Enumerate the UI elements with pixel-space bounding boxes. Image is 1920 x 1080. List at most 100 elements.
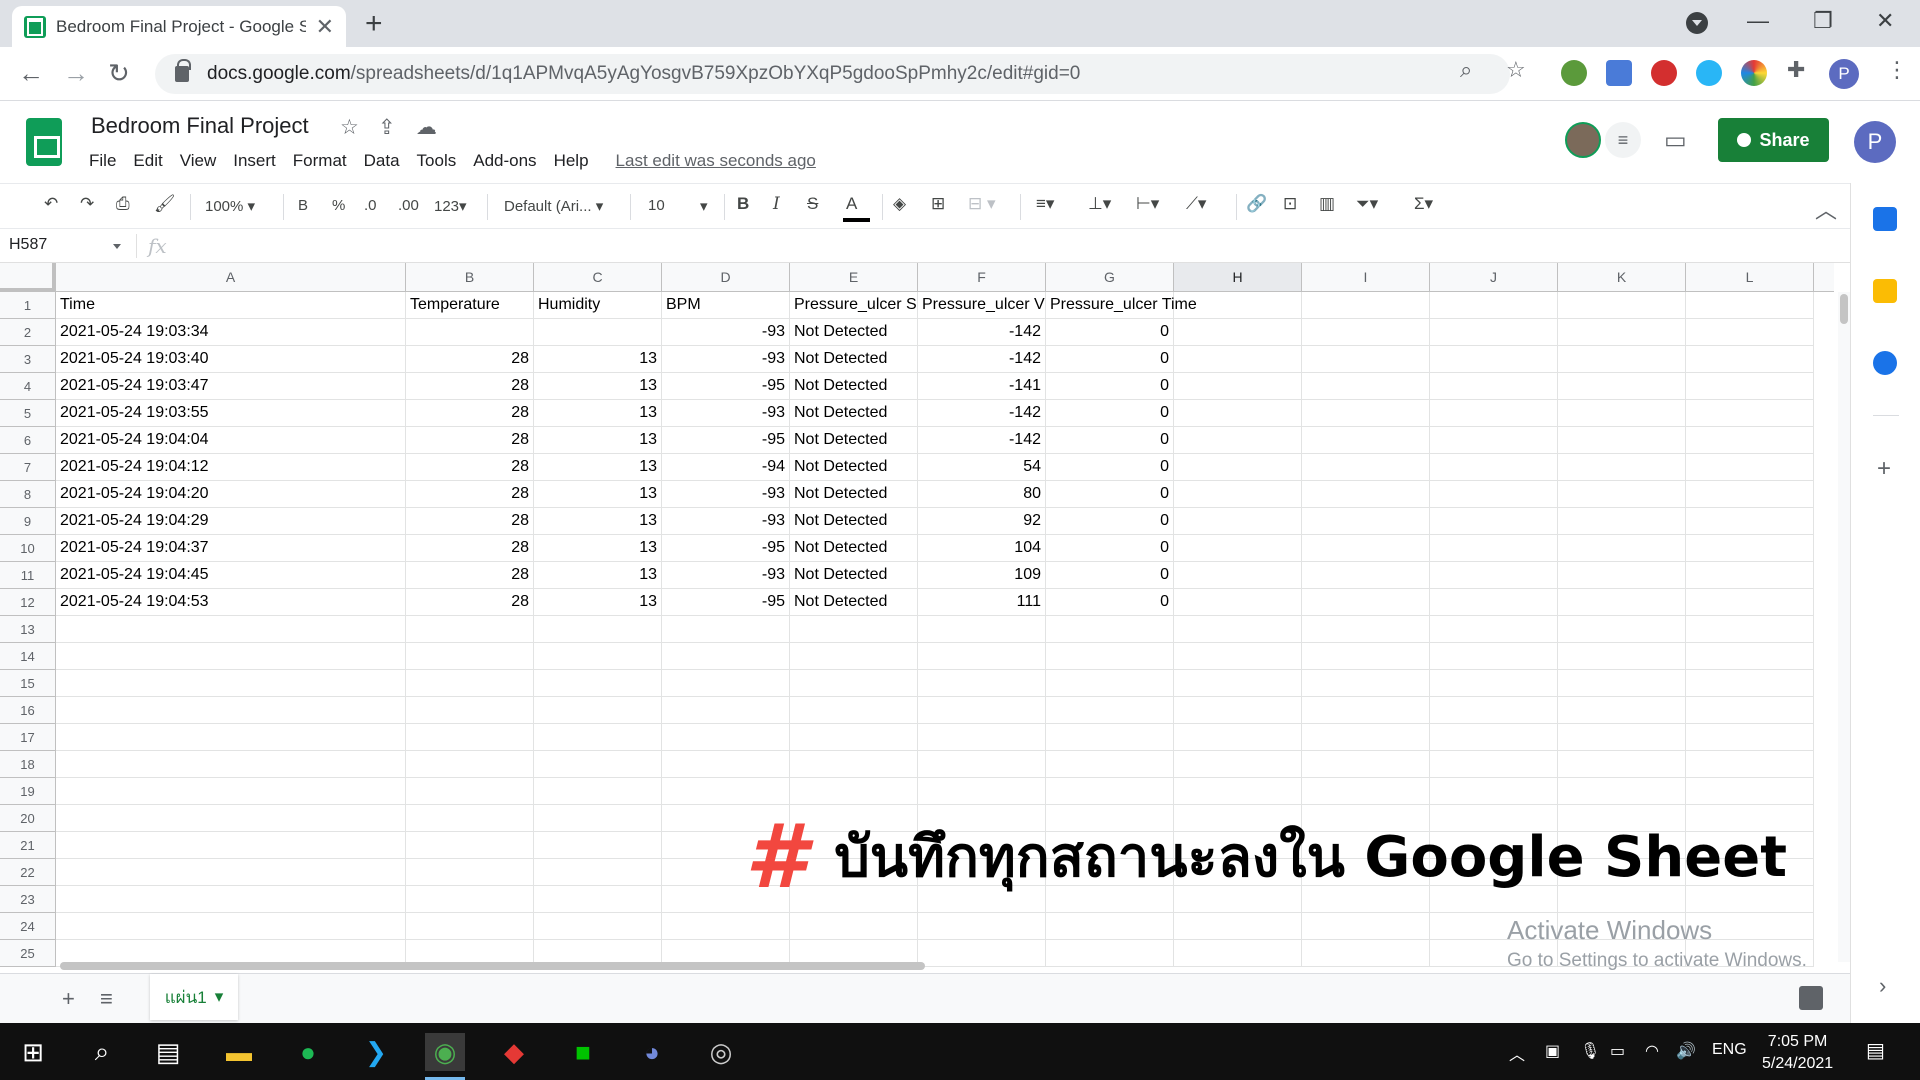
menu-insert[interactable]: Insert (233, 151, 276, 171)
table-cell[interactable]: Not Detected (790, 535, 918, 562)
table-cell[interactable] (406, 859, 534, 886)
table-cell[interactable] (406, 697, 534, 724)
extensions-puzzle-icon[interactable]: ✚ (1787, 57, 1805, 83)
table-cell[interactable] (1302, 697, 1430, 724)
minimize-window-button[interactable]: — (1747, 8, 1769, 34)
table-cell[interactable] (1302, 373, 1430, 400)
hide-menus-chevron-up-icon[interactable]: ︿ (1815, 193, 1837, 225)
table-cell[interactable] (662, 616, 790, 643)
table-cell[interactable] (1686, 724, 1814, 751)
table-cell[interactable] (56, 913, 406, 940)
new-tab-button[interactable]: + (365, 9, 383, 39)
horizontal-scroll-thumb[interactable] (60, 962, 925, 970)
table-cell[interactable] (1046, 724, 1174, 751)
formula-input[interactable] (190, 236, 1790, 258)
row-header[interactable]: 1 (0, 292, 56, 319)
table-cell[interactable]: -142 (918, 346, 1046, 373)
table-cell[interactable]: 2021-05-24 19:04:04 (56, 427, 406, 454)
table-cell[interactable] (1302, 454, 1430, 481)
table-cell[interactable] (1686, 643, 1814, 670)
sheet-tab-dropdown-icon[interactable]: ▾ (215, 987, 224, 1007)
table-cell[interactable] (534, 643, 662, 670)
table-cell[interactable]: Not Detected (790, 400, 918, 427)
row-header[interactable]: 4 (0, 373, 56, 400)
table-cell[interactable] (1686, 454, 1814, 481)
table-cell[interactable]: -142 (918, 400, 1046, 427)
battery-icon[interactable]: ▭ (1610, 1041, 1625, 1061)
chrome-taskbar-icon[interactable]: ◉ (425, 1033, 465, 1080)
row-header[interactable]: 21 (0, 832, 56, 859)
table-cell[interactable] (1430, 724, 1558, 751)
name-box-dropdown-icon[interactable] (113, 244, 121, 249)
table-cell[interactable] (56, 670, 406, 697)
table-cell[interactable]: 92 (918, 508, 1046, 535)
table-cell[interactable]: -95 (662, 373, 790, 400)
explore-icon[interactable] (1799, 986, 1823, 1010)
table-cell[interactable] (662, 751, 790, 778)
row-header[interactable]: 6 (0, 427, 56, 454)
table-cell[interactable] (1558, 643, 1686, 670)
table-cell[interactable] (1430, 373, 1558, 400)
table-cell[interactable] (1558, 589, 1686, 616)
table-cell[interactable] (1430, 643, 1558, 670)
table-cell[interactable] (1686, 562, 1814, 589)
table-cell[interactable]: Not Detected (790, 481, 918, 508)
column-header-e[interactable]: E (790, 263, 918, 291)
table-cell[interactable] (662, 724, 790, 751)
extension-icon-4[interactable] (1696, 60, 1722, 86)
table-cell[interactable] (1558, 697, 1686, 724)
table-cell[interactable] (918, 643, 1046, 670)
table-cell[interactable]: -95 (662, 589, 790, 616)
increase-decimal-button[interactable]: .00 (398, 197, 419, 214)
table-cell[interactable] (1302, 346, 1430, 373)
back-button[interactable]: ← (18, 58, 44, 89)
table-cell[interactable] (1686, 778, 1814, 805)
table-cell[interactable] (1686, 751, 1814, 778)
table-cell[interactable]: 0 (1046, 400, 1174, 427)
strikethrough-icon[interactable]: S (807, 194, 818, 214)
table-cell[interactable] (790, 778, 918, 805)
table-cell[interactable] (1302, 481, 1430, 508)
table-cell[interactable] (1430, 319, 1558, 346)
table-cell[interactable] (1558, 535, 1686, 562)
header-cell[interactable] (1558, 292, 1686, 319)
row-header[interactable]: 12 (0, 589, 56, 616)
table-cell[interactable]: 0 (1046, 589, 1174, 616)
document-title[interactable]: Bedroom Final Project (91, 113, 309, 139)
table-cell[interactable] (1302, 778, 1430, 805)
table-cell[interactable] (662, 697, 790, 724)
table-cell[interactable] (1174, 535, 1302, 562)
menu-view[interactable]: View (180, 151, 217, 171)
table-cell[interactable] (1174, 616, 1302, 643)
table-cell[interactable]: 0 (1046, 373, 1174, 400)
last-edit-link[interactable]: Last edit was seconds ago (616, 151, 816, 171)
table-cell[interactable]: -93 (662, 481, 790, 508)
table-cell[interactable]: Not Detected (790, 508, 918, 535)
discord-icon[interactable]: ◕ (632, 1033, 672, 1071)
table-cell[interactable] (534, 832, 662, 859)
table-cell[interactable]: 104 (918, 535, 1046, 562)
column-header-b[interactable]: B (406, 263, 534, 291)
table-cell[interactable]: 13 (534, 562, 662, 589)
table-cell[interactable] (1302, 913, 1430, 940)
menu-help[interactable]: Help (554, 151, 589, 171)
row-header[interactable]: 20 (0, 805, 56, 832)
microphone-icon[interactable]: 🎙 (1580, 1041, 1600, 1061)
table-cell[interactable] (1686, 535, 1814, 562)
vertical-align-icon[interactable]: ⊥▾ (1088, 194, 1111, 214)
table-cell[interactable] (790, 697, 918, 724)
select-all-corner[interactable] (0, 263, 56, 292)
menu-data[interactable]: Data (364, 151, 400, 171)
header-cell[interactable]: Humidity (534, 292, 662, 319)
row-header[interactable]: 16 (0, 697, 56, 724)
more-formats-select[interactable]: 123▾ (434, 197, 467, 215)
bookmark-star-icon[interactable]: ☆ (1506, 57, 1526, 83)
close-window-button[interactable]: ✕ (1876, 8, 1894, 34)
table-cell[interactable]: Not Detected (790, 373, 918, 400)
redo-icon[interactable]: ↷ (80, 194, 94, 214)
table-cell[interactable] (534, 670, 662, 697)
decrease-decimal-button[interactable]: .0 (364, 197, 377, 214)
table-cell[interactable] (1174, 778, 1302, 805)
table-cell[interactable] (1686, 616, 1814, 643)
table-cell[interactable] (1558, 454, 1686, 481)
